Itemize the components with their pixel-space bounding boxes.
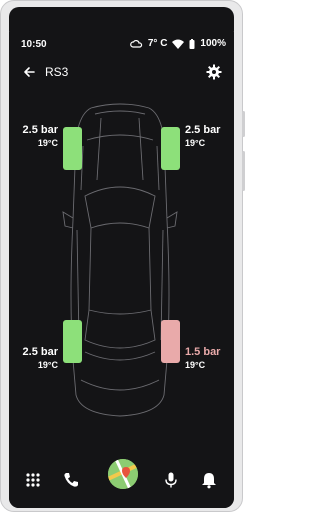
reading-front-right: 2.5 bar 19°C [185,124,220,148]
screen: 10:50 7° C 100% RS3 2.5 bar 19°C 2.5 bar… [9,28,234,508]
reading-rear-right: 1.5 bar 19°C [185,346,220,370]
reading-rear-left: 2.5 bar 19°C [23,346,58,370]
weather-temp: 7° C [147,38,168,49]
tire-rear-right[interactable] [161,320,180,363]
wifi-icon [172,39,185,49]
bell-icon[interactable] [199,470,219,490]
arrow-back-icon[interactable] [21,64,37,80]
tire-front-right[interactable] [161,127,180,170]
temp-front-right: 19°C [185,138,206,148]
power-button [242,111,245,137]
temp-rear-right: 19°C [185,360,206,370]
page-title: RS3 [45,65,69,79]
temp-rear-left: 19°C [37,360,58,370]
status-icons: 7° C 100% [130,38,226,49]
battery-icon [189,38,195,49]
pressure-rear-left: 2.5 bar [22,346,58,358]
phone-icon[interactable] [61,470,81,490]
app-bar: RS3 [9,58,234,86]
pressure-rear-right: 1.5 bar [185,346,221,358]
bottom-nav [9,456,234,508]
maps-icon-graphic [108,459,138,489]
microphone-icon[interactable] [161,470,181,490]
pressure-front-right: 2.5 bar [185,124,221,136]
grid-icon[interactable] [23,470,43,490]
reading-front-left: 2.5 bar 19°C [23,124,58,148]
battery-level: 100% [200,38,226,49]
volume-button [242,151,245,191]
pressure-front-left: 2.5 bar [22,124,58,136]
temp-front-left: 19°C [37,138,58,148]
status-bar: 10:50 7° C 100% [9,34,234,56]
tire-rear-left[interactable] [63,320,82,363]
tire-front-left[interactable] [63,127,82,170]
maps-icon[interactable] [108,459,138,489]
cloud-sun-icon [130,39,142,48]
status-time: 10:50 [21,39,47,50]
gear-icon[interactable] [206,64,222,80]
